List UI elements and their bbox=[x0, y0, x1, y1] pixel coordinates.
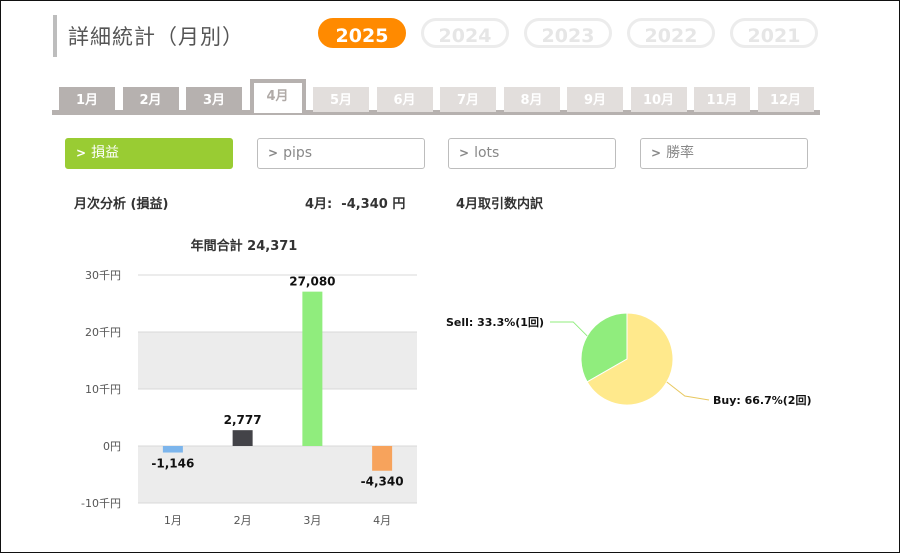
chevron-right-icon: > bbox=[651, 146, 662, 160]
y-tick-label: 0円 bbox=[103, 440, 121, 453]
bar-data-label: -1,146 bbox=[151, 457, 194, 471]
pie-connector-sell bbox=[549, 321, 588, 337]
plot-band bbox=[138, 332, 417, 389]
y-tick-label: 10千円 bbox=[85, 383, 121, 396]
x-tick-label: 1月 bbox=[164, 514, 182, 527]
y-tick-label: -10千円 bbox=[81, 497, 121, 510]
metric-label: lots bbox=[474, 145, 500, 161]
metric-label: 勝率 bbox=[666, 145, 695, 161]
month-tab-label: 10月 bbox=[642, 93, 675, 108]
month-tab-8[interactable]: 8月 bbox=[503, 87, 560, 112]
month-tab-7[interactable]: 7月 bbox=[440, 87, 496, 112]
y-tick-label: 20千円 bbox=[85, 326, 121, 339]
bar bbox=[162, 446, 183, 453]
month-tab-12[interactable]: 12月 bbox=[757, 87, 814, 112]
x-tick-label: 3月 bbox=[303, 514, 321, 527]
chevron-right-icon: > bbox=[459, 146, 470, 160]
bar bbox=[302, 291, 323, 446]
month-tab-label: 11月 bbox=[706, 93, 738, 108]
x-tick-label: 2月 bbox=[234, 514, 252, 527]
pie-data-label: Sell: 33.3%(1回) bbox=[446, 315, 544, 329]
metric-button-lots[interactable]: > lots bbox=[448, 138, 616, 169]
bar-data-label: 2,777 bbox=[224, 413, 262, 427]
pie-slice-sell bbox=[580, 312, 628, 383]
year-button-2023[interactable]: 2023 bbox=[524, 18, 612, 48]
month-tab-11[interactable]: 11月 bbox=[694, 87, 750, 112]
pie-slice-buy bbox=[586, 312, 674, 406]
month-tab-label: 8月 bbox=[520, 93, 543, 108]
pie-connector-buy bbox=[666, 381, 710, 401]
metric-button-winrate[interactable]: > 勝率 bbox=[640, 138, 808, 169]
pie-data-label: Buy: 66.7%(2回) bbox=[713, 393, 811, 407]
month-tab-label: 7月 bbox=[456, 93, 480, 108]
monthly-profit-bar-chart: 30千円 20千円 10千円 0円 -10千円 年間合計 24,371 -1,146 1月 2,… bbox=[81, 238, 417, 527]
bar-data-label: -4,340 bbox=[361, 475, 404, 489]
year-button-2021[interactable]: 2021 bbox=[730, 18, 818, 48]
month-tab-label: 9月 bbox=[583, 93, 607, 108]
window-frame: 詳細統計（月別） 2025 2024 2023 2022 2021 1月 2月 3月… bbox=[0, 0, 900, 553]
year-button-2022[interactable]: 2022 bbox=[627, 18, 715, 48]
month-tab-label: 12月 bbox=[769, 93, 802, 108]
month-tab-10[interactable]: 10月 bbox=[630, 87, 687, 112]
bar-data-label: 27,080 bbox=[289, 275, 335, 289]
bar bbox=[372, 446, 393, 471]
bar-chart-title: 年間合計 24,371 bbox=[191, 238, 298, 254]
trade-breakdown-label: 4月取引数内訳 bbox=[456, 197, 544, 212]
x-tick-label: 4月 bbox=[373, 514, 391, 527]
bar bbox=[232, 430, 253, 446]
y-tick-label: 30千円 bbox=[85, 269, 121, 282]
month-tab-9[interactable]: 9月 bbox=[567, 87, 623, 112]
